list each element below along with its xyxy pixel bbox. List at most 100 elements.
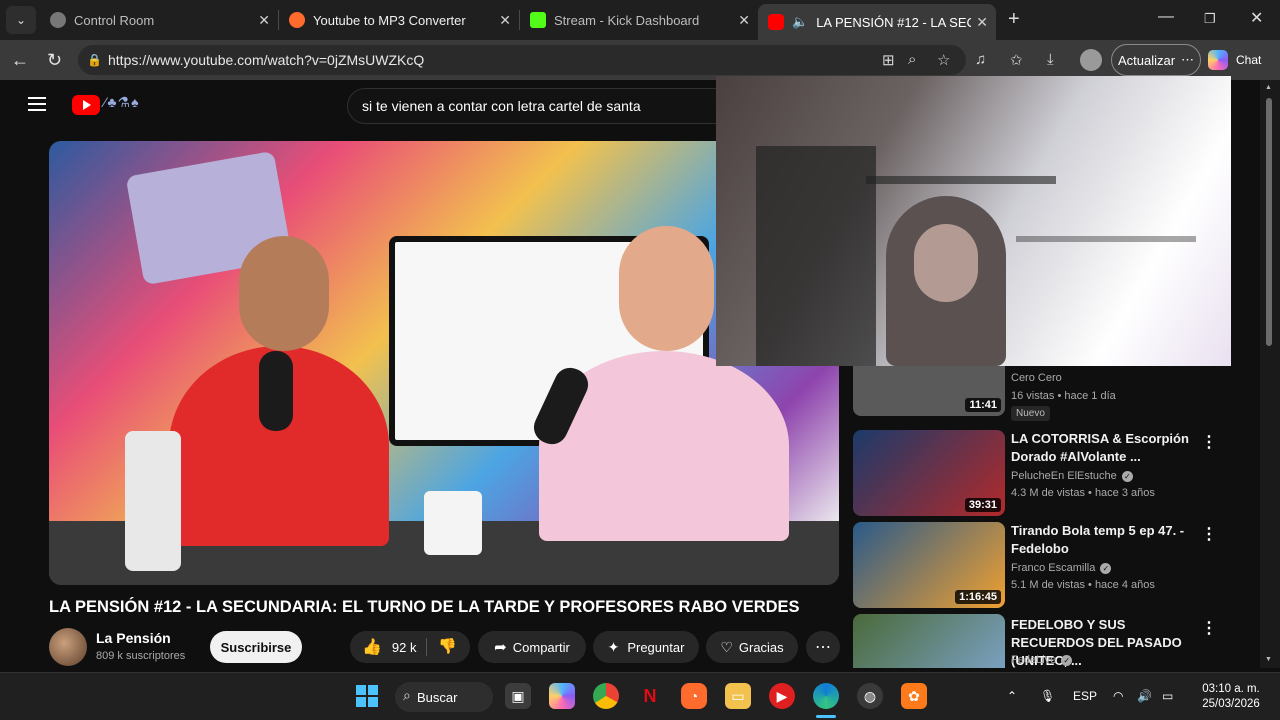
speaker-icon[interactable]: 🔈 (792, 14, 808, 30)
tab-youtube-video[interactable]: 🔈 LA PENSIÓN #12 - LA SECUNDARIA ✕ (758, 4, 996, 40)
restore-icon[interactable]: ❐ (1204, 11, 1216, 27)
tab-title: Youtube to MP3 Converter (313, 12, 466, 28)
language-indicator[interactable]: ESP (1073, 689, 1097, 703)
battery-icon[interactable]: ▭ (1162, 689, 1173, 703)
tab-list-button[interactable]: ⌄ (6, 6, 36, 34)
video-thumbnail[interactable] (853, 614, 1005, 668)
clock-date: 25/03/2026 (1202, 698, 1260, 710)
video-title: LA PENSIÓN #12 - LA SECUNDARIA: EL TURNO… (49, 598, 800, 616)
minimize-icon[interactable]: — (1158, 8, 1174, 26)
tab-kick-dashboard[interactable]: Stream - Kick Dashboard ✕ (520, 0, 758, 40)
edge-icon[interactable] (813, 683, 839, 709)
kick-icon (530, 12, 546, 28)
tab-control-room[interactable]: Control Room ✕ (40, 0, 278, 40)
close-icon[interactable]: ✕ (976, 14, 988, 31)
file-explorer-icon[interactable]: ▭ (725, 683, 751, 709)
channel-name[interactable]: FedeLive ✓ (1011, 654, 1073, 666)
share-button[interactable]: ➦ Compartir (478, 631, 586, 663)
more-actions-button[interactable]: ⋯ (806, 631, 840, 663)
channel-avatar[interactable] (49, 628, 87, 666)
subscriber-count: 809 k suscriptores (96, 650, 186, 662)
browser-address-bar: ← ↻ 🔒 https://www.youtube.com/watch?v=0j… (0, 40, 1280, 80)
like-icon[interactable]: 👍 (362, 637, 382, 657)
thanks-button[interactable]: ♡ Gracias (706, 631, 798, 663)
active-indicator (816, 715, 836, 718)
back-icon[interactable]: ← (11, 50, 29, 71)
tab-mp3-converter[interactable]: Youtube to MP3 Converter ✕ (279, 0, 519, 40)
doodle-icon: ⁄♣⚗♠ (104, 94, 140, 110)
favorites-icon[interactable]: ✩ (1010, 51, 1023, 69)
microphone (259, 351, 293, 431)
duration-badge: 39:31 (964, 498, 1001, 512)
show-hidden-icons[interactable]: ⌃ (1007, 689, 1017, 703)
volume-icon[interactable]: 🔊 (1137, 689, 1152, 703)
window-close-icon[interactable]: ✕ (1250, 8, 1263, 28)
taskbar-search[interactable]: Buscar (395, 682, 493, 712)
channel-name[interactable]: La Pensión (96, 630, 171, 646)
downloads-icon[interactable]: ⤓ (1047, 51, 1054, 68)
recommendation-item[interactable]: 39:31 LA COTORRISA & Escorpión Dorado #A… (853, 430, 1253, 516)
sparkle-icon: ✦ (607, 638, 620, 655)
site-info-icon[interactable]: 🔒 (87, 53, 102, 67)
webcam-overlay (716, 76, 1231, 366)
chrome-icon[interactable] (593, 683, 619, 709)
converter-app-icon[interactable]: ◔ (681, 683, 707, 709)
more-vert-icon[interactable]: ⋮ (1201, 432, 1217, 452)
zoom-icon[interactable]: ⌕ (908, 51, 916, 68)
like-count[interactable]: 92 k (392, 640, 417, 655)
microphone-icon[interactable]: 🎙 (1040, 689, 1055, 703)
menu-icon[interactable] (28, 97, 46, 111)
video-thumbnail[interactable]: 1:16:45 (853, 522, 1005, 608)
copilot-icon (1208, 50, 1228, 70)
new-badge: Nuevo (1011, 406, 1050, 421)
netflix-icon[interactable]: N (637, 683, 663, 709)
ask-button[interactable]: ✦ Preguntar (593, 631, 699, 663)
search-input[interactable]: si te vienen a contar con letra cartel d… (347, 88, 727, 124)
video-title[interactable]: LA COTORRISA & Escorpión Dorado #AlVolan… (1011, 430, 1211, 466)
favorite-star-icon[interactable]: ☆ (937, 51, 950, 69)
video-thumbnail[interactable]: 11:41 (853, 366, 1005, 416)
obs-icon[interactable]: ◍ (857, 683, 883, 709)
recommendation-item[interactable]: FEDELOBO Y SUS RECUERDOS DEL PASADO (UNI… (853, 614, 1253, 668)
fl-studio-icon[interactable]: ✿ (901, 683, 927, 709)
system-clock[interactable]: 03:10 a. m. 25/03/2026 (1196, 682, 1266, 712)
windows-start-icon[interactable] (354, 683, 380, 709)
youtube-logo[interactable] (72, 95, 100, 115)
copilot-app-icon[interactable] (549, 683, 575, 709)
video-thumbnail[interactable]: 39:31 (853, 430, 1005, 516)
scroll-down-icon[interactable]: ▼ (1265, 656, 1272, 663)
reload-icon[interactable]: ↻ (47, 50, 62, 71)
task-view-icon[interactable]: ▣ (505, 683, 531, 709)
close-icon[interactable]: ✕ (258, 12, 270, 29)
url-text: https://www.youtube.com/watch?v=0jZMsUWZ… (108, 52, 425, 68)
close-icon[interactable]: ✕ (499, 12, 511, 29)
media-player-icon[interactable]: ▶ (769, 683, 795, 709)
dislike-icon[interactable]: 👎 (438, 637, 457, 655)
update-button[interactable]: Actualizar ⋯ (1111, 44, 1201, 76)
profile-avatar[interactable] (1080, 49, 1102, 71)
video-title[interactable]: Tirando Bola temp 5 ep 47. - Fedelobo (1011, 522, 1211, 558)
scroll-thumb[interactable] (1266, 98, 1272, 346)
ask-label: Preguntar (627, 639, 685, 655)
channel-name[interactable]: Franco Escamilla ✓ (1011, 562, 1112, 574)
channel-name[interactable]: Cero Cero (1011, 372, 1062, 384)
wifi-icon[interactable]: ◠ (1113, 689, 1123, 703)
close-icon[interactable]: ✕ (738, 12, 750, 29)
recommendation-item[interactable]: 1:16:45 Tirando Bola temp 5 ep 47. - Fed… (853, 522, 1253, 608)
url-input[interactable]: 🔒 https://www.youtube.com/watch?v=0jZMsU… (78, 45, 966, 75)
subscribe-button[interactable]: Suscribirse (210, 631, 302, 663)
recommendation-item[interactable]: 11:41 Cero Cero 16 vistas • hace 1 día N… (853, 366, 1253, 422)
more-vert-icon[interactable]: ⋮ (1201, 524, 1217, 544)
converter-icon (289, 12, 305, 28)
verified-icon: ✓ (1100, 562, 1112, 574)
scroll-up-icon[interactable]: ▲ (1265, 84, 1272, 91)
page-scrollbar[interactable]: ▲ ▼ (1260, 80, 1280, 668)
new-tab-icon[interactable]: + (1008, 8, 1020, 31)
more-vert-icon[interactable]: ⋮ (1201, 618, 1217, 638)
streamer (886, 196, 1006, 366)
extension-icon[interactable]: ♫ (975, 51, 986, 68)
channel-name[interactable]: PelucheEn ElEstuche ✓ (1011, 470, 1133, 482)
copilot-chat-button[interactable]: Chat (1208, 46, 1261, 74)
mug (424, 491, 482, 555)
app-available-icon[interactable]: ⊞ (882, 51, 895, 69)
